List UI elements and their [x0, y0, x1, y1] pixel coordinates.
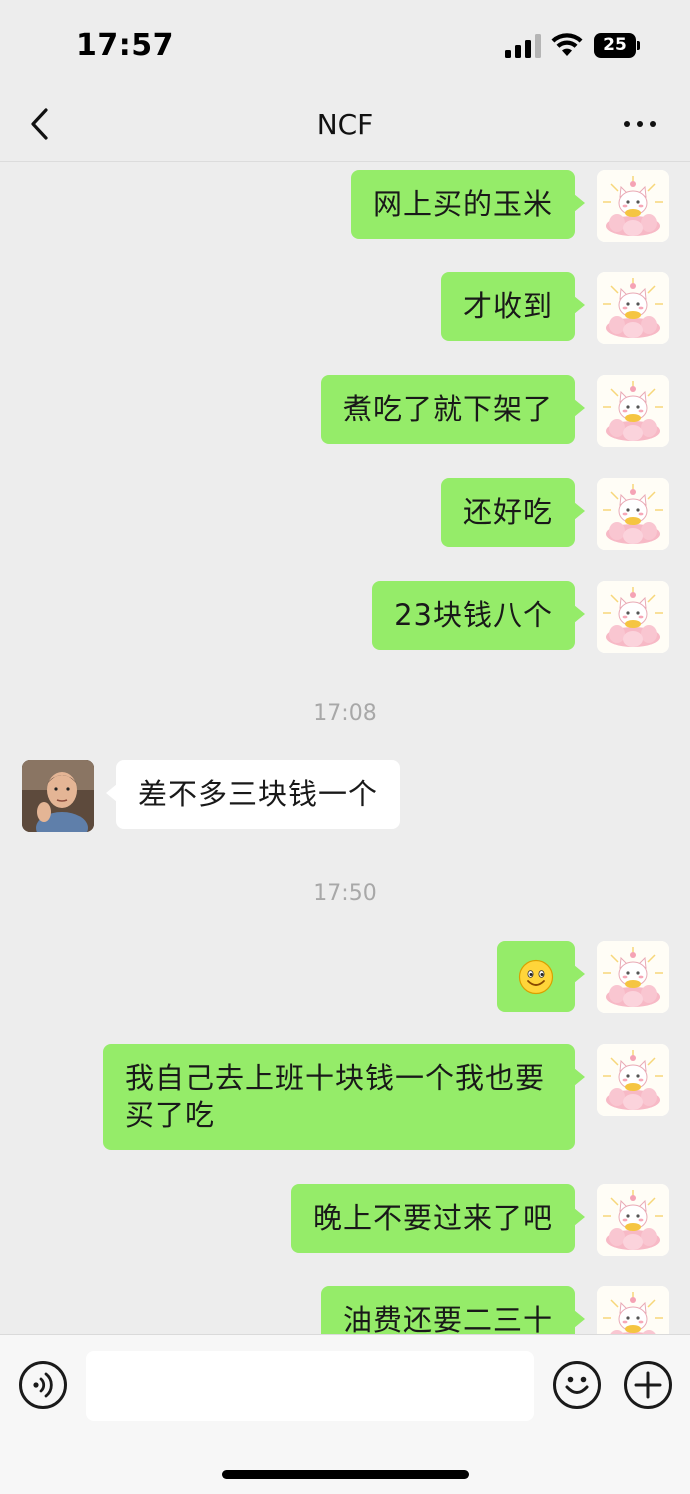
message-bubble[interactable]: 差不多三块钱一个	[105, 760, 401, 829]
plus-button[interactable]	[624, 1361, 672, 1409]
my-avatar[interactable]	[597, 581, 669, 653]
battery-level: 25	[594, 33, 636, 58]
chat-title: NCF	[316, 108, 374, 141]
my-avatar[interactable]	[597, 1044, 669, 1116]
my-avatar[interactable]	[597, 272, 669, 344]
plus-icon	[634, 1371, 662, 1399]
message-bubble[interactable]: 晚上不要过来了吧	[290, 1184, 586, 1253]
my-avatar[interactable]	[597, 170, 669, 242]
message-bubble[interactable]: 油费还要二三十	[320, 1286, 586, 1334]
status-time: 17:57	[76, 28, 174, 63]
timestamp: 17:08	[313, 701, 377, 726]
message-list[interactable]: 网上买的玉米才收到煮吃了就下架了还好吃 23块钱八个 17:08 差不多三块钱一个 17…	[0, 163, 690, 1334]
signal-icon	[505, 34, 541, 58]
message-bubble[interactable]: 我自己去上班十块钱一个我也要 买了吃	[103, 1044, 585, 1150]
voice-icon	[33, 1372, 53, 1398]
my-avatar[interactable]	[597, 1184, 669, 1256]
message-bubble[interactable]: 还好吃	[440, 478, 586, 547]
message-bubble[interactable]: 23块钱八个	[372, 581, 585, 650]
message-bubble[interactable]: 网上买的玉米	[350, 170, 586, 239]
more-button[interactable]	[620, 110, 660, 138]
more-dots-icon	[624, 121, 630, 127]
wifi-icon	[551, 33, 583, 56]
emoji-button[interactable]	[553, 1361, 601, 1409]
emoji-icon	[565, 1376, 589, 1394]
message-input[interactable]	[86, 1351, 534, 1421]
battery-icon: 25	[594, 33, 640, 58]
status-bar: 17:57 25	[0, 0, 690, 90]
timestamp: 17:50	[313, 881, 377, 906]
contact-avatar[interactable]	[22, 760, 94, 832]
my-avatar[interactable]	[597, 941, 669, 1013]
message-bubble[interactable]: 煮吃了就下架了	[320, 375, 586, 444]
home-indicator	[222, 1470, 469, 1479]
smile-emoji	[518, 959, 554, 995]
my-avatar[interactable]	[597, 375, 669, 447]
message-bubble[interactable]	[497, 941, 585, 1012]
chat-screen: 17:57 25 NCF 网上买的玉米 才收到 煮吃了就下架了 还好吃 23块钱…	[0, 0, 690, 1494]
voice-button[interactable]	[19, 1361, 67, 1409]
nav-bar: NCF	[0, 90, 690, 162]
message-bubble[interactable]: 才收到	[440, 272, 586, 341]
my-avatar[interactable]	[597, 478, 669, 550]
my-avatar[interactable]	[597, 1286, 669, 1334]
